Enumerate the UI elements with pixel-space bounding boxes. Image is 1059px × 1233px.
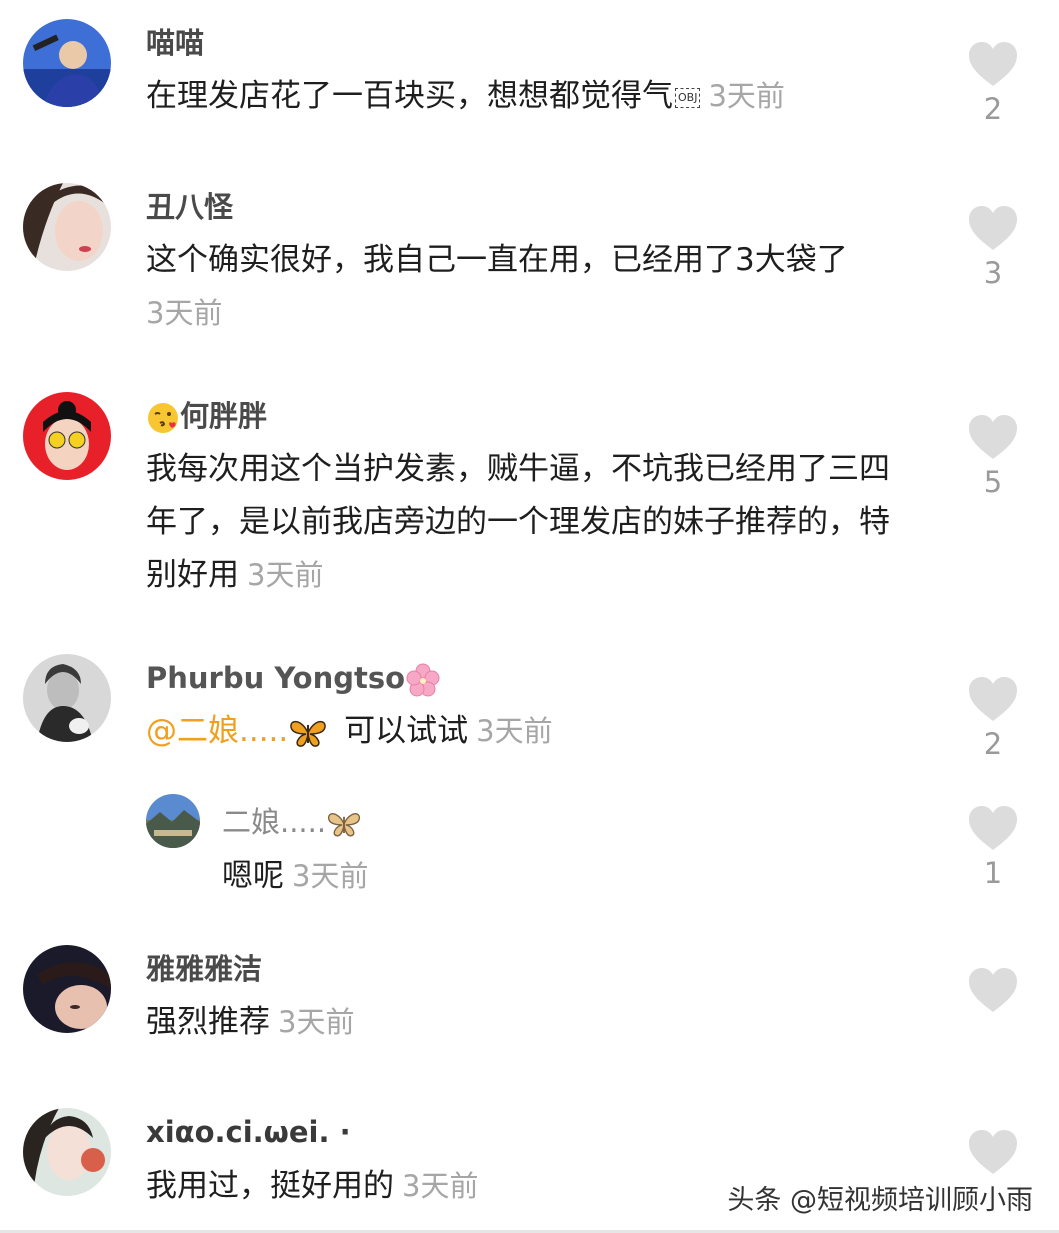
username[interactable]: 二娘..... <box>222 804 362 840</box>
avatar[interactable] <box>23 1108 111 1196</box>
like-button[interactable]: 2 <box>963 675 1023 761</box>
cherry-blossom-icon <box>406 663 440 697</box>
comment-text-block: 在理发店花了一百块买，想想都觉得气 OBJ 3天前 <box>146 70 926 123</box>
kissing-face-emoji-icon <box>148 403 178 433</box>
username[interactable]: Phurbu Yongtso <box>146 660 441 698</box>
like-button[interactable]: 2 <box>963 40 1023 126</box>
comment-text: 嗯呢 <box>222 858 284 894</box>
like-count: 3 <box>983 256 1003 290</box>
username[interactable]: 丑八怪 <box>146 189 233 225</box>
like-button[interactable]: 1 <box>963 804 1023 890</box>
username[interactable]: 喵喵 <box>146 25 204 61</box>
comment-text-block: 我每次用这个当护发素，贼牛逼，不坑我已经用了三四年了，是以前我店旁边的一个理发店… <box>146 443 916 602</box>
avatar[interactable] <box>23 392 111 480</box>
like-count: 2 <box>983 92 1003 126</box>
avatar[interactable] <box>23 183 111 271</box>
like-button[interactable]: 3 <box>963 204 1023 290</box>
object-placeholder-icon: OBJ <box>675 87 701 108</box>
comment-text: 我用过，挺好用的 <box>146 1168 394 1204</box>
comment-time: 3天前 <box>708 79 785 113</box>
avatar[interactable] <box>23 945 111 1033</box>
butterfly-icon <box>290 720 327 747</box>
username[interactable]: 雅雅雅洁 <box>146 951 262 987</box>
username-text: Phurbu Yongtso <box>146 661 406 695</box>
heart-icon <box>969 415 1017 459</box>
like-count: 1 <box>983 856 1003 890</box>
like-count: 2 <box>983 727 1003 761</box>
comment-time: 3天前 <box>476 714 553 748</box>
heart-icon <box>969 968 1017 1012</box>
heart-icon <box>969 206 1017 250</box>
comment-time: 3天前 <box>402 1169 479 1203</box>
like-button[interactable]: 5 <box>963 413 1023 499</box>
comment-text-block: 嗯呢 3天前 <box>222 850 922 903</box>
like-button[interactable] <box>963 1128 1023 1180</box>
username-text: 何胖胖 <box>180 399 268 433</box>
username[interactable]: xiαo.ci.ωei. · <box>146 1114 351 1150</box>
comment-text: 这个确实很好，我自己一直在用，已经用了3大袋了 <box>146 242 848 278</box>
comment-text: 可以试试 <box>344 713 469 749</box>
comment-time: 3天前 <box>292 859 369 893</box>
comment-text-block: 强烈推荐 3天前 <box>146 996 926 1049</box>
comment-text-block: @二娘..... 可以试试 3天前 <box>146 705 926 758</box>
heart-icon <box>969 677 1017 721</box>
heart-icon <box>969 1130 1017 1174</box>
username[interactable]: 何胖胖 <box>146 398 267 435</box>
avatar[interactable] <box>146 794 200 848</box>
heart-icon <box>969 42 1017 86</box>
username-text: 二娘..... <box>222 805 327 839</box>
comment-text: 强烈推荐 <box>146 1004 270 1040</box>
butterfly-icon <box>328 813 361 837</box>
watermark: 头条 @短视频培训顾小雨 <box>727 1185 1033 1216</box>
comment-text-block: 这个确实很好，我自己一直在用，已经用了3大袋了 3天前 <box>146 234 926 340</box>
like-button[interactable] <box>963 966 1023 1018</box>
comment-time: 3天前 <box>278 1005 355 1039</box>
heart-icon <box>969 806 1017 850</box>
comment-time: 3天前 <box>146 296 223 330</box>
comment-text: 在理发店花了一百块买，想想都觉得气 <box>146 78 673 114</box>
avatar[interactable] <box>23 19 111 107</box>
avatar[interactable] <box>23 654 111 742</box>
comment-time: 3天前 <box>247 558 324 592</box>
mention-link[interactable]: @二娘..... <box>146 713 288 749</box>
like-count: 5 <box>983 465 1003 499</box>
